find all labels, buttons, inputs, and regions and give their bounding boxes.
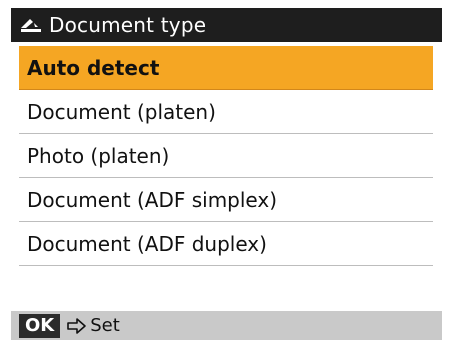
page-title: Document type bbox=[49, 13, 207, 37]
menu-item-document-platen[interactable]: Document (platen) bbox=[19, 90, 433, 134]
menu-item-document-adf-simplex[interactable]: Document (ADF simplex) bbox=[19, 178, 433, 222]
menu-item-document-adf-duplex[interactable]: Document (ADF duplex) bbox=[19, 222, 433, 266]
set-label: Set bbox=[90, 315, 120, 336]
menu-item-auto-detect[interactable]: Auto detect bbox=[19, 46, 433, 90]
lcd-screen: Document type Auto detect Document (plat… bbox=[0, 0, 453, 340]
scanner-icon bbox=[19, 14, 43, 36]
document-type-list: Auto detect Document (platen) Photo (pla… bbox=[19, 46, 433, 266]
ok-button[interactable]: OK bbox=[19, 313, 61, 338]
bottom-bar: OK Set bbox=[11, 311, 442, 340]
arrow-right-icon bbox=[66, 317, 88, 335]
menu-item-photo-platen[interactable]: Photo (platen) bbox=[19, 134, 433, 178]
title-bar: Document type bbox=[11, 8, 442, 42]
